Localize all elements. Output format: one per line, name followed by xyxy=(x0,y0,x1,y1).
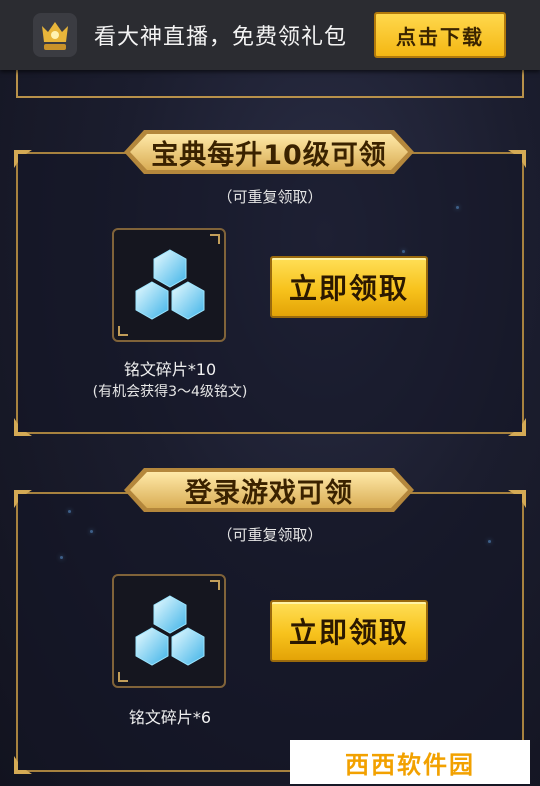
claim-button-level[interactable]: 立即领取 xyxy=(270,256,428,318)
site-watermark: 西西软件园 xyxy=(290,740,530,784)
app-logo-icon xyxy=(32,12,78,58)
corner-ornament-icon xyxy=(14,490,32,508)
corner-ornament-icon xyxy=(508,150,526,168)
section-title-banner: 登录游戏可领 xyxy=(124,464,414,516)
reward-item-subtitle: (有机会获得3～4级铭文) xyxy=(92,384,248,400)
inscription-fragment-icon xyxy=(135,595,205,666)
section-title: 宝典每升10级可领 xyxy=(151,139,387,171)
repeatable-note: （可重复领取） xyxy=(217,188,323,206)
section-title: 登录游戏可领 xyxy=(185,477,353,509)
corner-ornament-icon xyxy=(508,418,526,436)
promo-text: 看大神直播，免费领礼包 xyxy=(94,25,348,50)
watermark-text: 西西软件园 xyxy=(345,750,475,779)
corner-ornament-icon xyxy=(14,150,32,168)
inscription-fragment-icon xyxy=(135,249,205,320)
corner-ornament-icon xyxy=(508,490,526,508)
section-title-banner: 宝典每升10级可领 xyxy=(124,126,414,178)
corner-ornament-icon xyxy=(14,756,32,774)
download-button[interactable]: 点击下载 xyxy=(374,12,506,58)
promo-bar: 看大神直播，免费领礼包 点击下载 xyxy=(0,0,540,70)
reward-item-name: 铭文碎片*6 xyxy=(128,708,212,727)
repeatable-note: （可重复领取） xyxy=(217,526,323,544)
reward-item-box xyxy=(112,228,226,342)
claim-button-login[interactable]: 立即领取 xyxy=(270,600,428,662)
reward-item-name: 铭文碎片*10 xyxy=(123,360,217,379)
corner-ornament-icon xyxy=(14,418,32,436)
reward-item-box xyxy=(112,574,226,688)
